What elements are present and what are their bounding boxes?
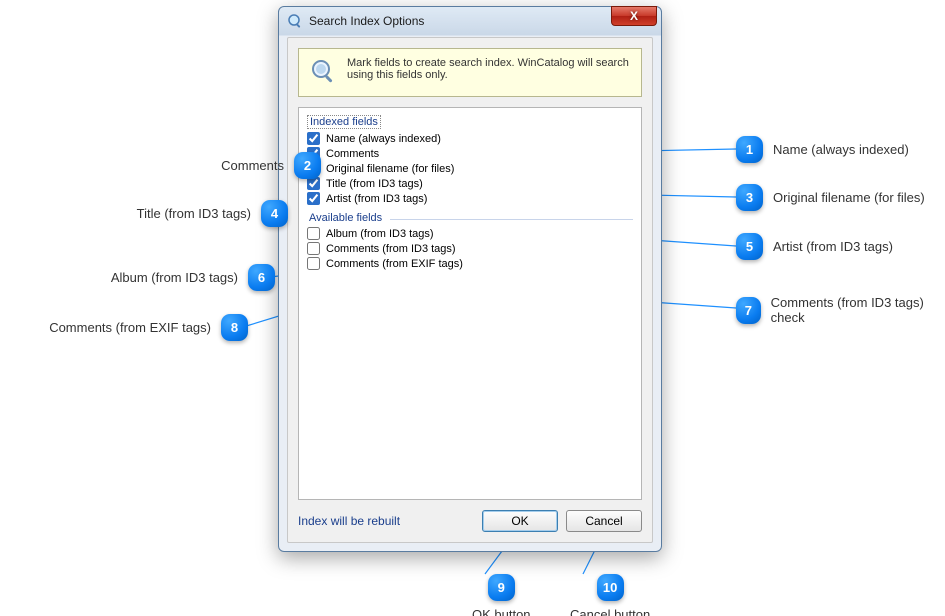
available-fields-header-row: Available fields bbox=[307, 212, 633, 226]
callout: 7 Comments (from ID3 tags) check bbox=[736, 295, 945, 325]
indexed-field-checkbox[interactable] bbox=[307, 132, 320, 145]
callout-bubble: 7 bbox=[736, 297, 761, 324]
titlebar: Search Index Options X bbox=[279, 7, 661, 35]
available-field-checkbox[interactable] bbox=[307, 227, 320, 240]
indexed-field-label: Comments bbox=[326, 148, 379, 160]
callout: 10 Cancel button bbox=[570, 574, 650, 616]
dialog-window: Search Index Options X Mark fields to cr… bbox=[278, 6, 662, 552]
divider-line bbox=[390, 219, 633, 220]
callout-label: Artist (from ID3 tags) bbox=[773, 239, 893, 254]
callout-bubble: 2 bbox=[294, 152, 321, 179]
close-icon: X bbox=[630, 9, 638, 23]
callout-bubble: 8 bbox=[221, 314, 248, 341]
available-field-row[interactable]: Comments (from ID3 tags) bbox=[307, 241, 633, 256]
callout: 3 Original filename (for files) bbox=[736, 184, 925, 211]
callout-label: Comments (from EXIF tags) bbox=[49, 320, 211, 335]
callout-bubble: 1 bbox=[736, 136, 763, 163]
indexed-field-label: Artist (from ID3 tags) bbox=[326, 193, 427, 205]
available-field-label: Album (from ID3 tags) bbox=[326, 228, 434, 240]
available-field-row[interactable]: Comments (from EXIF tags) bbox=[307, 256, 633, 271]
app-icon bbox=[287, 13, 303, 29]
callout-label: Comments bbox=[221, 158, 284, 173]
indexed-field-label: Name (always indexed) bbox=[326, 133, 441, 145]
callout: 1 Name (always indexed) bbox=[736, 136, 909, 163]
dialog-body: Mark fields to create search index. WinC… bbox=[287, 37, 653, 543]
magnifier-icon bbox=[309, 57, 337, 88]
available-field-label: Comments (from EXIF tags) bbox=[326, 258, 463, 270]
indexed-field-label: Title (from ID3 tags) bbox=[326, 178, 423, 190]
indexed-field-row[interactable]: Original filename (for files) bbox=[307, 161, 633, 176]
available-field-row[interactable]: Album (from ID3 tags) bbox=[307, 226, 633, 241]
available-field-checkbox[interactable] bbox=[307, 242, 320, 255]
callout-bubble: 6 bbox=[248, 264, 275, 291]
callout: 2 Comments bbox=[111, 152, 321, 179]
callout-label: OK button bbox=[472, 607, 531, 616]
indexed-field-row[interactable]: Name (always indexed) bbox=[307, 131, 633, 146]
available-field-checkbox[interactable] bbox=[307, 257, 320, 270]
indexed-field-row[interactable]: Comments bbox=[307, 146, 633, 161]
indexed-fields-list: Name (always indexed) Comments Original fi… bbox=[307, 131, 633, 206]
fields-panel: Indexed fields Name (always indexed) Comm… bbox=[298, 107, 642, 500]
callout-label: Comments (from ID3 tags) check bbox=[771, 295, 945, 325]
callout: 8 Comments (from EXIF tags) bbox=[38, 314, 248, 341]
callout-label: Original filename (for files) bbox=[773, 190, 925, 205]
status-text: Index will be rebuilt bbox=[298, 514, 400, 528]
callout-bubble: 10 bbox=[597, 574, 624, 601]
callout-bubble: 5 bbox=[736, 233, 763, 260]
indexed-field-checkbox[interactable] bbox=[307, 192, 320, 205]
callout-label: Title (from ID3 tags) bbox=[137, 206, 251, 221]
window-title: Search Index Options bbox=[309, 14, 424, 28]
indexed-fields-header: Indexed fields bbox=[307, 115, 381, 129]
callout-bubble: 3 bbox=[736, 184, 763, 211]
callout-bubble: 9 bbox=[488, 574, 515, 601]
callout-label: Cancel button bbox=[570, 607, 650, 616]
indexed-field-label: Original filename (for files) bbox=[326, 163, 454, 175]
callout: 6 Album (from ID3 tags) bbox=[65, 264, 275, 291]
indexed-field-row[interactable]: Title (from ID3 tags) bbox=[307, 176, 633, 191]
ok-button[interactable]: OK bbox=[482, 510, 558, 532]
callout-bubble: 4 bbox=[261, 200, 288, 227]
callout-label: Name (always indexed) bbox=[773, 142, 909, 157]
available-fields-list: Album (from ID3 tags) Comments (from ID3 … bbox=[307, 226, 633, 271]
callout: 4 Title (from ID3 tags) bbox=[78, 200, 288, 227]
cancel-button[interactable]: Cancel bbox=[566, 510, 642, 532]
bottom-bar: Index will be rebuilt OK Cancel bbox=[298, 510, 642, 532]
callout-label: Album (from ID3 tags) bbox=[111, 270, 238, 285]
info-banner-text: Mark fields to create search index. WinC… bbox=[347, 57, 631, 81]
close-button[interactable]: X bbox=[611, 6, 657, 26]
info-banner: Mark fields to create search index. WinC… bbox=[298, 48, 642, 97]
callout: 5 Artist (from ID3 tags) bbox=[736, 233, 893, 260]
available-fields-header: Available fields bbox=[307, 212, 384, 224]
available-field-label: Comments (from ID3 tags) bbox=[326, 243, 456, 255]
indexed-field-row[interactable]: Artist (from ID3 tags) bbox=[307, 191, 633, 206]
callout: 9 OK button bbox=[472, 574, 531, 616]
